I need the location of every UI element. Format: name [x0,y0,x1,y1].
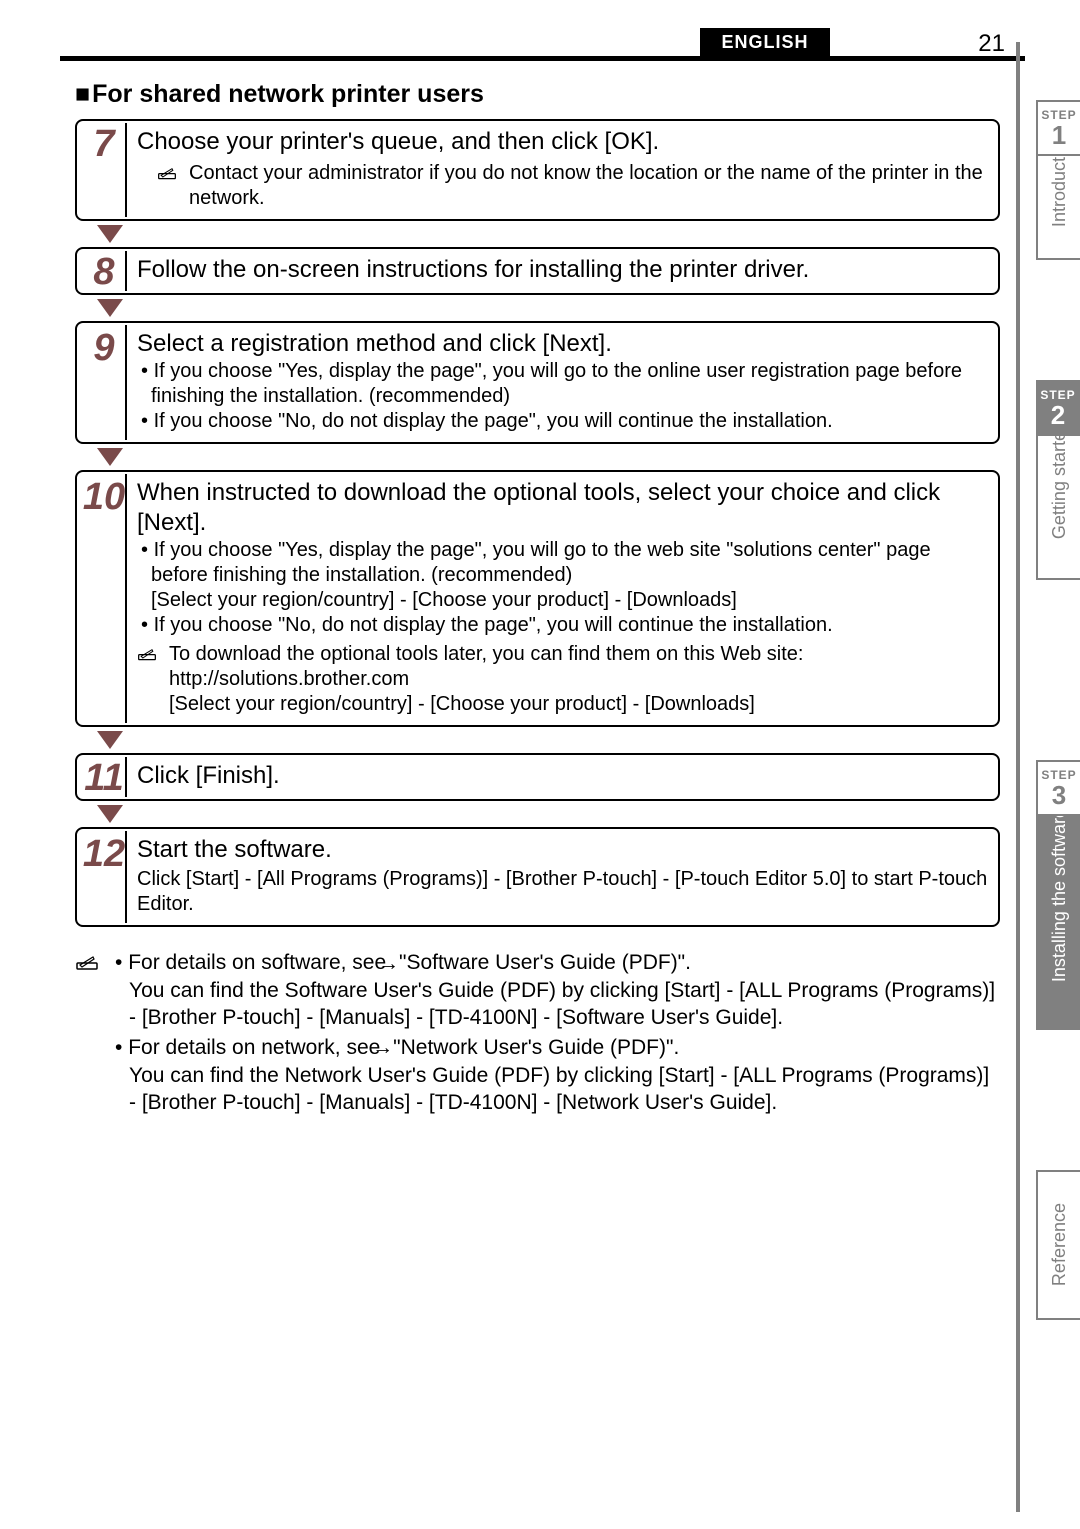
arrow-down-icon [97,225,1000,243]
step-12-number: 12 [83,831,127,923]
main-content: For shared network printer users 7 Choos… [75,80,1000,1118]
step-8-box: 8 Follow the on-screen instructions for … [75,247,1000,295]
step-7-note: Contact your administrator if you do not… [189,161,988,211]
arrow-down-icon [97,448,1000,466]
page-number: 21 [978,30,1005,58]
section-title: For shared network printer users [75,80,1000,109]
step-9-bullet-2: • If you choose "No, do not display the … [137,409,988,434]
step-11-main: Click [Finish]. [137,761,988,791]
footer-bullet-2: • For details on network, see →"Network … [113,1034,1000,1117]
step-10-bullet-2: • If you choose "No, do not display the … [137,613,988,638]
note-icon [137,644,161,667]
step-7-main: Choose your printer's queue, and then cl… [137,127,988,157]
step-7-number: 7 [83,123,127,217]
step-9-number: 9 [83,325,127,440]
step-9-bullet-1: • If you choose "Yes, display the page",… [137,359,988,409]
step-12-sub: Click [Start] - [All Programs (Programs)… [137,867,988,917]
step-10-main: When instructed to download the optional… [137,478,988,538]
step-12-box: 12 Start the software. Click [Start] - [… [75,827,1000,927]
step-7-note-row: Contact your administrator if you do not… [157,161,988,211]
step-7-box: 7 Choose your printer's queue, and then … [75,119,1000,221]
footer-bullet-1: • For details on software, see →"Softwar… [113,949,1000,1032]
step-11-box: 11 Click [Finish]. [75,753,1000,801]
step-10-note-row: To download the optional tools later, yo… [137,642,988,717]
arrow-down-icon [97,731,1000,749]
step-badge-3: STEP 3 [1036,760,1080,816]
step-10-number: 10 [83,474,127,723]
step-9-main: Select a registration method and click [… [137,329,988,359]
arrow-down-icon [97,805,1000,823]
note-icon [75,951,103,1118]
step-10-note: To download the optional tools later, yo… [169,642,988,717]
tab-reference: Reference [1036,1170,1080,1320]
step-12-main: Start the software. [137,835,988,865]
step-10-box: 10 When instructed to download the optio… [75,470,1000,727]
arrow-down-icon [97,299,1000,317]
header-rule [60,56,1025,61]
note-icon [157,163,181,186]
step-9-box: 9 Select a registration method and click… [75,321,1000,444]
step-8-number: 8 [83,251,127,291]
step-badge-1: STEP 1 [1036,100,1080,156]
step-11-number: 11 [83,757,127,797]
footer-notes: • For details on software, see →"Softwar… [75,949,1000,1118]
arrow-right-icon: → [392,950,399,977]
step-10-bullet-1: • If you choose "Yes, display the page",… [137,538,988,613]
step-8-main: Follow the on-screen instructions for in… [137,255,988,285]
language-tab: ENGLISH [700,28,830,56]
step-badge-2: STEP 2 [1036,380,1080,436]
right-divider [1016,42,1020,1512]
document-page: ENGLISH 21 Introduction STEP 1 Getting s… [0,0,1080,1529]
